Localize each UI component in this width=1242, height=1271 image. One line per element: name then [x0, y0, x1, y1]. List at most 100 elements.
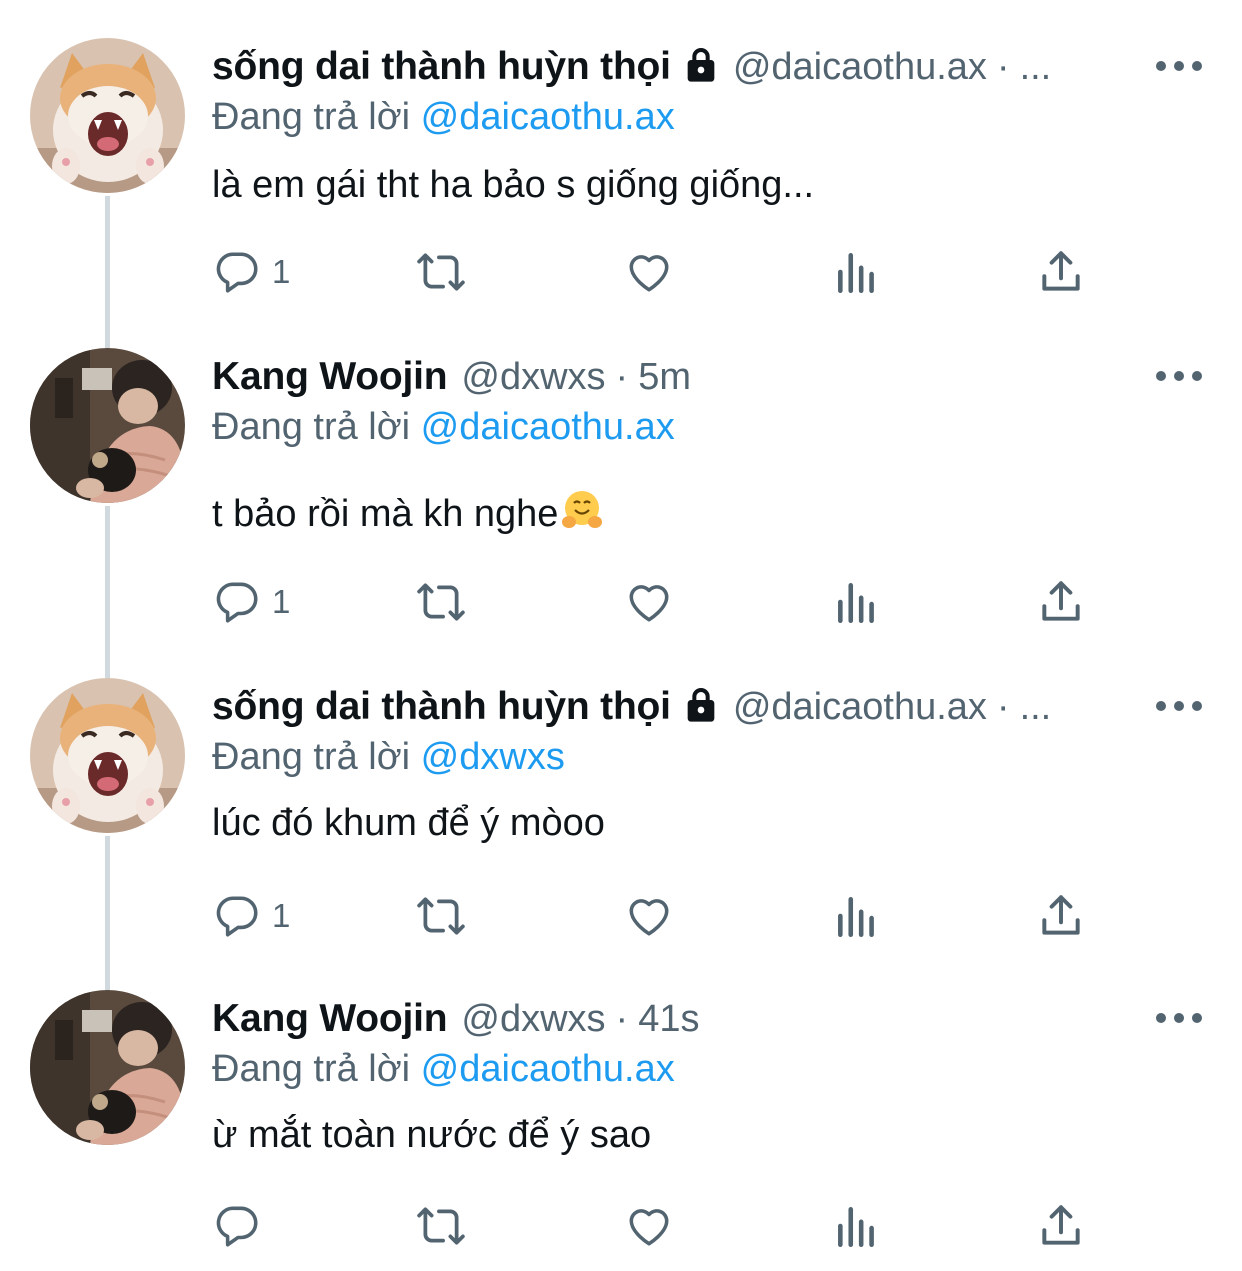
- tweet[interactable]: Kang Woojin @dxwxs · 5m Đang trả lời @da…: [0, 348, 1242, 668]
- reply-count: 1: [272, 583, 291, 620]
- avatar[interactable]: [30, 348, 185, 503]
- share-icon: [1042, 1205, 1080, 1245]
- share-icon: [1042, 581, 1080, 621]
- reply-count: 1: [272, 897, 291, 934]
- retweet-button[interactable]: [416, 572, 466, 632]
- reply-button[interactable]: 1: [212, 572, 290, 632]
- like-icon: [629, 255, 669, 292]
- hugging-face-emoji: [560, 488, 604, 542]
- views-button[interactable]: [832, 1196, 882, 1256]
- more-icon[interactable]: [1156, 362, 1202, 390]
- retweet-button[interactable]: [416, 242, 466, 302]
- tweet-header: Kang Woojin @dxwxs · 41s: [212, 990, 699, 1048]
- lock-icon: [681, 685, 721, 730]
- tweet[interactable]: sống dai thành huỳn thọi @daicaothu.ax ·…: [0, 38, 1242, 338]
- replying-prefix: Đang trả lời: [212, 736, 411, 778]
- user-handle[interactable]: @daicaothu.ax: [733, 686, 987, 729]
- avatar[interactable]: [30, 38, 185, 193]
- share-button[interactable]: [1036, 242, 1086, 302]
- tweet-text: lúc đó khum để ý mòoo: [212, 802, 605, 844]
- lock-icon: [681, 45, 721, 90]
- tweet-text: t bảo rồi mà kh nghe: [212, 488, 604, 542]
- views-icon: [838, 583, 874, 624]
- like-icon: [629, 1209, 669, 1246]
- timestamp[interactable]: ...: [1020, 46, 1052, 89]
- avatar[interactable]: [30, 678, 185, 833]
- person-avatar: [30, 348, 185, 503]
- replying-to: Đang trả lời @daicaothu.ax: [212, 96, 675, 139]
- like-button[interactable]: [624, 242, 674, 302]
- more-icon[interactable]: [1156, 1004, 1202, 1032]
- person-avatar: [30, 990, 185, 1145]
- cat-avatar: [30, 678, 185, 833]
- timestamp[interactable]: 41s: [638, 998, 699, 1041]
- views-button[interactable]: [832, 242, 882, 302]
- tweet-header: sống dai thành huỳn thọi @daicaothu.ax ·…: [212, 38, 1051, 96]
- avatar[interactable]: [30, 990, 185, 1145]
- like-button[interactable]: [624, 1196, 674, 1256]
- share-icon: [1042, 895, 1080, 935]
- display-name[interactable]: Kang Woojin: [212, 997, 448, 1041]
- share-button[interactable]: [1036, 1196, 1086, 1256]
- reply-button[interactable]: 1: [212, 242, 290, 302]
- action-bar: [212, 1196, 1112, 1256]
- reply-count: 1: [272, 253, 291, 290]
- retweet-icon: [417, 253, 465, 291]
- share-button[interactable]: [1036, 572, 1086, 632]
- mention-link[interactable]: @daicaothu.ax: [421, 1048, 675, 1090]
- display-name[interactable]: Kang Woojin: [212, 355, 448, 399]
- user-handle[interactable]: @dxwxs: [461, 356, 605, 399]
- share-icon: [1042, 251, 1080, 291]
- tweet-header: Kang Woojin @dxwxs · 5m: [212, 348, 691, 406]
- replying-prefix: Đang trả lời: [212, 406, 411, 448]
- views-icon: [838, 253, 874, 294]
- share-button[interactable]: [1036, 886, 1086, 946]
- tweet-text: là em gái tht ha bảo s giống giống...: [212, 164, 815, 206]
- more-icon[interactable]: [1156, 692, 1202, 720]
- reply-button[interactable]: [212, 1196, 272, 1256]
- user-handle[interactable]: @dxwxs: [461, 998, 605, 1041]
- retweet-icon: [417, 583, 465, 621]
- mention-link[interactable]: @daicaothu.ax: [421, 96, 675, 138]
- tweet-text: ừ mắt toàn nước để ý sao: [212, 1114, 652, 1156]
- user-handle[interactable]: @daicaothu.ax: [733, 46, 987, 89]
- timestamp[interactable]: 5m: [638, 356, 691, 399]
- retweet-button[interactable]: [416, 1196, 466, 1256]
- like-button[interactable]: [624, 886, 674, 946]
- views-button[interactable]: [832, 572, 882, 632]
- separator-dot: ·: [615, 355, 629, 398]
- separator-dot: ·: [996, 45, 1010, 88]
- tweet-header: sống dai thành huỳn thọi @daicaothu.ax ·…: [212, 678, 1051, 736]
- tweet-text-content: t bảo rồi mà kh nghe: [212, 493, 559, 535]
- action-bar: 1: [212, 886, 1112, 946]
- replying-prefix: Đang trả lời: [212, 96, 411, 138]
- replying-to: Đang trả lời @dxwxs: [212, 736, 565, 779]
- display-name[interactable]: sống dai thành huỳn thọi: [212, 45, 671, 89]
- separator-dot: ·: [996, 685, 1010, 728]
- tweet[interactable]: Kang Woojin @dxwxs · 41s Đang trả lời @d…: [0, 990, 1242, 1260]
- retweet-icon: [417, 1207, 465, 1245]
- retweet-icon: [417, 897, 465, 935]
- replying-to: Đang trả lời @daicaothu.ax: [212, 1048, 675, 1091]
- tweet[interactable]: sống dai thành huỳn thọi @daicaothu.ax ·…: [0, 678, 1242, 978]
- more-icon[interactable]: [1156, 52, 1202, 80]
- like-button[interactable]: [624, 572, 674, 632]
- replying-prefix: Đang trả lời: [212, 1048, 411, 1090]
- like-icon: [629, 899, 669, 936]
- views-icon: [838, 1207, 874, 1248]
- reply-icon: [216, 582, 258, 623]
- timestamp[interactable]: ...: [1020, 686, 1052, 729]
- mention-link[interactable]: @dxwxs: [421, 736, 565, 778]
- views-button[interactable]: [832, 886, 882, 946]
- reply-button[interactable]: 1: [212, 886, 290, 946]
- cat-avatar: [30, 38, 185, 193]
- replying-to: Đang trả lời @daicaothu.ax: [212, 406, 675, 449]
- action-bar: 1: [212, 242, 1112, 302]
- separator-dot: ·: [615, 997, 629, 1040]
- display-name[interactable]: sống dai thành huỳn thọi: [212, 685, 671, 729]
- reply-icon: [216, 896, 258, 937]
- reply-icon: [216, 252, 258, 293]
- action-bar: 1: [212, 572, 1112, 632]
- mention-link[interactable]: @daicaothu.ax: [421, 406, 675, 448]
- retweet-button[interactable]: [416, 886, 466, 946]
